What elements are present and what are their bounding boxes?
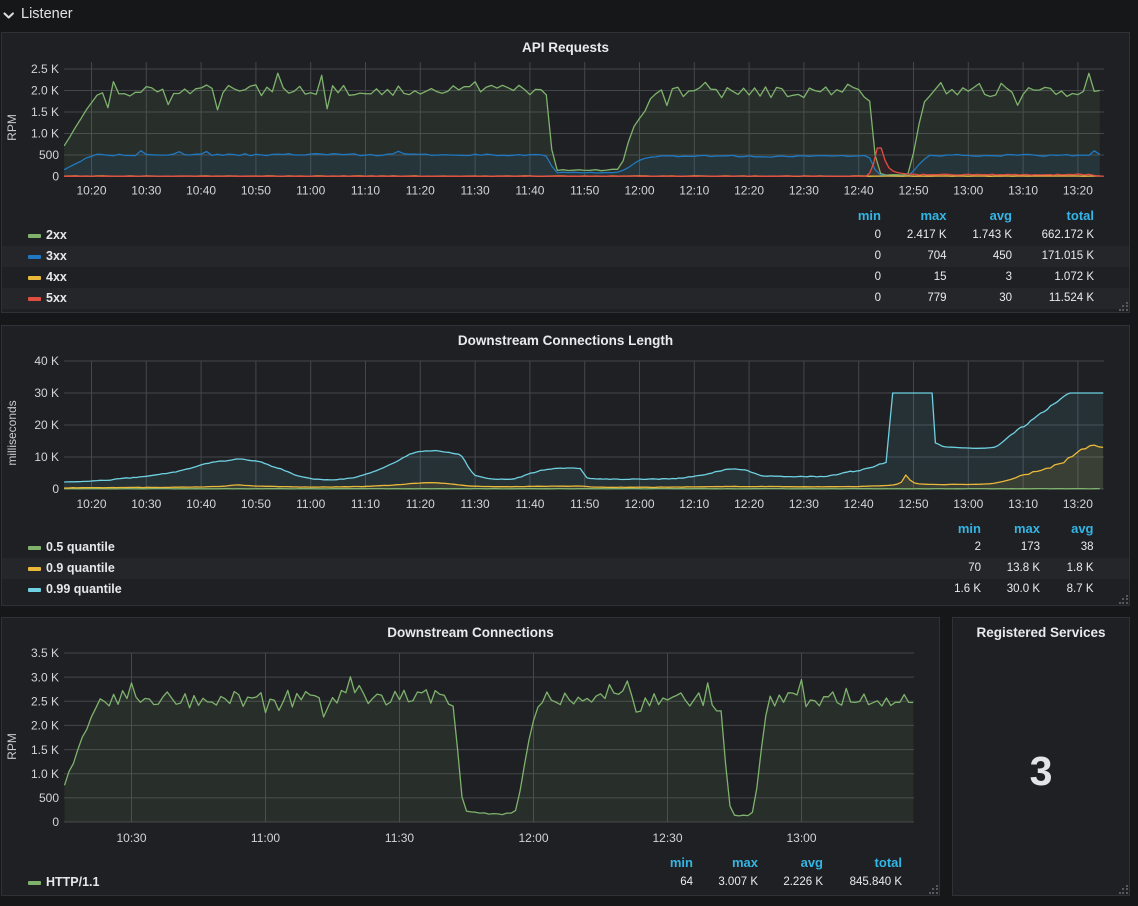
svg-text:500: 500 (39, 148, 59, 162)
svg-text:1.5 K: 1.5 K (31, 105, 59, 119)
svg-text:10:40: 10:40 (186, 184, 216, 198)
svg-text:1.0 K: 1.0 K (31, 127, 59, 141)
svg-text:12:20: 12:20 (734, 497, 764, 511)
svg-text:RPM: RPM (5, 114, 19, 141)
svg-text:1.5 K: 1.5 K (31, 743, 59, 757)
svg-text:12:50: 12:50 (898, 497, 928, 511)
svg-text:11:10: 11:10 (351, 184, 380, 198)
svg-text:RPM: RPM (5, 733, 19, 760)
svg-text:10:50: 10:50 (241, 184, 271, 198)
svg-text:0: 0 (52, 482, 59, 496)
svg-text:0: 0 (52, 170, 59, 184)
svg-text:12:20: 12:20 (734, 184, 764, 198)
svg-text:11:10: 11:10 (351, 497, 380, 511)
svg-text:12:40: 12:40 (844, 184, 874, 198)
svg-text:13:20: 13:20 (1063, 497, 1093, 511)
svg-text:12:00: 12:00 (624, 497, 654, 511)
svg-text:12:00: 12:00 (624, 184, 654, 198)
svg-text:11:40: 11:40 (515, 497, 544, 511)
svg-text:12:10: 12:10 (679, 497, 709, 511)
svg-text:11:00: 11:00 (296, 184, 325, 198)
svg-text:40 K: 40 K (34, 354, 59, 368)
svg-text:3.0 K: 3.0 K (31, 670, 59, 684)
svg-text:10:30: 10:30 (131, 497, 161, 511)
svg-text:10:50: 10:50 (241, 497, 271, 511)
svg-text:13:20: 13:20 (1063, 184, 1093, 198)
svg-text:11:50: 11:50 (570, 184, 599, 198)
svg-text:0: 0 (52, 815, 59, 829)
svg-text:milliseconds: milliseconds (5, 400, 19, 465)
svg-text:13:00: 13:00 (786, 831, 816, 845)
svg-text:12:50: 12:50 (898, 184, 928, 198)
svg-text:12:30: 12:30 (789, 184, 819, 198)
svg-text:13:10: 13:10 (1008, 497, 1038, 511)
svg-text:10:20: 10:20 (76, 497, 106, 511)
svg-text:2.5 K: 2.5 K (31, 695, 59, 709)
svg-text:11:50: 11:50 (570, 497, 599, 511)
svg-text:11:40: 11:40 (515, 184, 544, 198)
svg-text:2.0 K: 2.0 K (31, 719, 59, 733)
svg-text:12:40: 12:40 (844, 497, 874, 511)
svg-text:500: 500 (39, 791, 59, 805)
svg-text:11:20: 11:20 (406, 497, 435, 511)
svg-text:11:20: 11:20 (406, 184, 435, 198)
svg-text:11:30: 11:30 (461, 497, 490, 511)
svg-text:11:30: 11:30 (385, 831, 414, 845)
svg-text:10:20: 10:20 (76, 184, 106, 198)
svg-text:10 K: 10 K (34, 450, 59, 464)
svg-text:12:10: 12:10 (679, 184, 709, 198)
svg-text:20 K: 20 K (34, 418, 59, 432)
svg-text:10:30: 10:30 (131, 184, 161, 198)
svg-text:13:10: 13:10 (1008, 184, 1038, 198)
svg-text:10:40: 10:40 (186, 497, 216, 511)
svg-text:12:30: 12:30 (789, 497, 819, 511)
svg-text:1.0 K: 1.0 K (31, 767, 59, 781)
svg-text:2.0 K: 2.0 K (31, 84, 59, 98)
svg-text:13:00: 13:00 (953, 184, 983, 198)
svg-text:3.5 K: 3.5 K (31, 646, 59, 660)
svg-text:13:00: 13:00 (953, 497, 983, 511)
svg-text:11:30: 11:30 (461, 184, 490, 198)
svg-text:30 K: 30 K (34, 386, 59, 400)
svg-text:10:30: 10:30 (116, 831, 146, 845)
svg-text:12:30: 12:30 (652, 831, 682, 845)
svg-text:2.5 K: 2.5 K (31, 62, 59, 76)
svg-text:11:00: 11:00 (251, 831, 280, 845)
svg-text:12:00: 12:00 (518, 831, 548, 845)
svg-text:11:00: 11:00 (296, 497, 325, 511)
